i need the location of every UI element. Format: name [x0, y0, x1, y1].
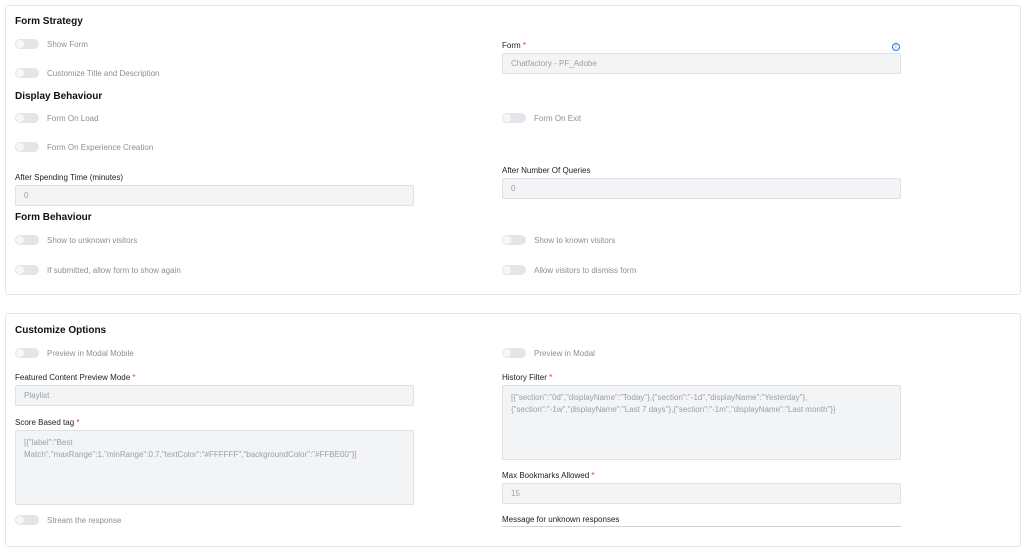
known-visitors-label: Show to known visitors: [534, 235, 616, 245]
after-time-label: After Spending Time (minutes): [15, 173, 124, 182]
preview-modal-mobile-toggle-row[interactable]: Preview in Modal Mobile: [15, 347, 134, 359]
show-form-toggle-row[interactable]: Show Form: [15, 38, 88, 50]
form-label: Form *: [502, 41, 526, 50]
max-bookmarks-label-text: Max Bookmarks Allowed: [502, 471, 590, 480]
known-visitors-toggle-row[interactable]: Show to known visitors: [502, 234, 615, 246]
required-mark: *: [591, 471, 595, 480]
known-visitors-toggle[interactable]: [502, 235, 526, 245]
preview-modal-toggle-row[interactable]: Preview in Modal: [502, 347, 595, 359]
preview-modal-label: Preview in Modal: [534, 348, 595, 358]
form-on-load-toggle-row[interactable]: Form On Load: [15, 112, 99, 124]
show-again-toggle[interactable]: [15, 265, 39, 275]
score-tag-textarea[interactable]: [{"label":"Best Match","maxRange":1,"min…: [15, 430, 414, 505]
max-bookmarks-input[interactable]: 15: [502, 483, 901, 504]
form-on-experience-toggle-row[interactable]: Form On Experience Creation: [15, 141, 153, 153]
after-queries-input[interactable]: 0: [502, 178, 901, 199]
after-time-input[interactable]: 0: [15, 185, 414, 206]
score-tag-label: Score Based tag *: [15, 418, 80, 427]
required-mark: *: [76, 418, 80, 427]
featured-mode-label: Featured Content Preview Mode *: [15, 373, 136, 382]
form-on-experience-label: Form On Experience Creation: [47, 142, 154, 152]
form-on-experience-toggle[interactable]: [15, 142, 39, 152]
history-filter-textarea[interactable]: [{"section":"0d","displayName":"Today"},…: [502, 385, 901, 460]
customize-title-toggle[interactable]: [15, 68, 39, 78]
info-icon[interactable]: i: [892, 43, 900, 51]
preview-modal-mobile-toggle[interactable]: [15, 348, 39, 358]
score-tag-label-text: Score Based tag: [15, 418, 75, 427]
featured-mode-select[interactable]: Playlist: [15, 385, 414, 406]
history-filter-label-text: History Filter: [502, 373, 547, 382]
show-again-label: If submitted, allow form to show again: [47, 265, 181, 275]
customize-options-title: Customize Options: [15, 325, 107, 336]
stream-response-toggle[interactable]: [15, 515, 39, 525]
show-again-toggle-row[interactable]: If submitted, allow form to show again: [15, 264, 181, 276]
featured-mode-value: Playlist: [24, 391, 50, 400]
stream-response-toggle-row[interactable]: Stream the response: [15, 514, 121, 526]
form-on-exit-toggle[interactable]: [502, 113, 526, 123]
show-form-toggle[interactable]: [15, 39, 39, 49]
unknown-visitors-toggle[interactable]: [15, 235, 39, 245]
unknown-visitors-toggle-row[interactable]: Show to unknown visitors: [15, 234, 137, 246]
show-form-label: Show Form: [47, 39, 88, 49]
form-label-text: Form: [502, 41, 521, 50]
dismiss-form-toggle[interactable]: [502, 265, 526, 275]
form-strategy-card: Form Strategy Show Form Form * i Chatfac…: [5, 5, 1021, 295]
preview-modal-toggle[interactable]: [502, 348, 526, 358]
form-on-load-label: Form On Load: [47, 113, 99, 123]
required-mark: *: [522, 41, 527, 50]
after-queries-value: 0: [511, 184, 516, 193]
preview-modal-mobile-label: Preview in Modal Mobile: [47, 348, 134, 358]
form-select[interactable]: Chatfactory - PF_Adobe: [502, 53, 901, 74]
after-time-value: 0: [24, 191, 29, 200]
form-behaviour-title: Form Behaviour: [15, 212, 92, 223]
customize-options-card: Customize Options Preview in Modal Mobil…: [5, 313, 1021, 547]
form-select-value: Chatfactory - PF_Adobe: [511, 59, 597, 68]
max-bookmarks-value: 15: [511, 489, 520, 498]
customize-title-label: Customize Title and Description: [47, 68, 160, 78]
form-strategy-title: Form Strategy: [15, 16, 83, 27]
form-on-exit-toggle-row[interactable]: Form On Exit: [502, 112, 581, 124]
form-on-load-toggle[interactable]: [15, 113, 39, 123]
unknown-visitors-label: Show to unknown visitors: [47, 235, 138, 245]
after-queries-label: After Number Of Queries: [502, 166, 591, 175]
stream-response-label: Stream the response: [47, 515, 122, 525]
max-bookmarks-label: Max Bookmarks Allowed *: [502, 471, 595, 480]
dismiss-form-toggle-row[interactable]: Allow visitors to dismiss form: [502, 264, 636, 276]
featured-mode-label-text: Featured Content Preview Mode: [15, 373, 131, 382]
display-behaviour-title: Display Behaviour: [15, 91, 103, 102]
unknown-responses-label: Message for unknown responses: [502, 515, 620, 524]
history-filter-label: History Filter *: [502, 373, 552, 382]
unknown-responses-input-edge[interactable]: [502, 526, 901, 527]
dismiss-form-label: Allow visitors to dismiss form: [534, 265, 637, 275]
required-mark: *: [132, 373, 136, 382]
required-mark: *: [549, 373, 553, 382]
customize-title-toggle-row[interactable]: Customize Title and Description: [15, 67, 160, 79]
form-on-exit-label: Form On Exit: [534, 113, 582, 123]
